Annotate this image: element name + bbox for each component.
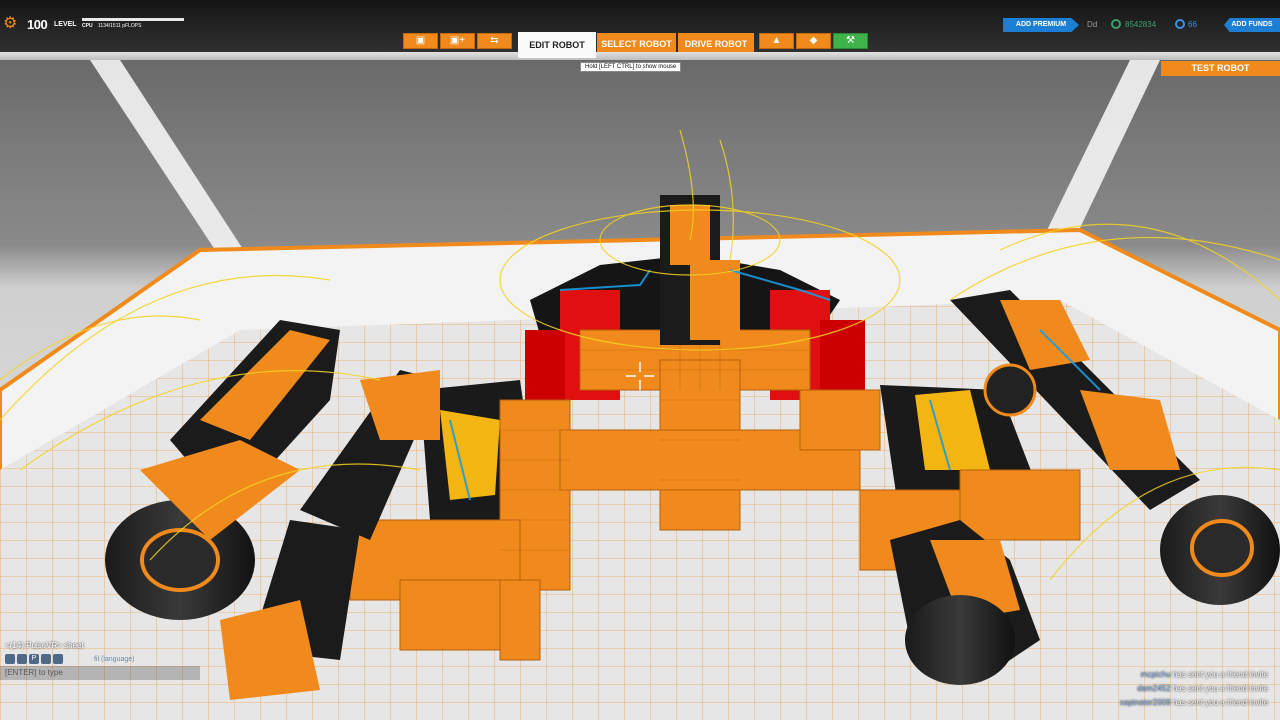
- globe-icon[interactable]: [5, 654, 15, 664]
- notification-text: has sent you a friend invite: [1172, 698, 1268, 707]
- notification-sender: xapinator2009: [1119, 698, 1171, 707]
- cannon-center-accent: [670, 205, 710, 265]
- party-icon[interactable]: P: [29, 654, 39, 664]
- top-bar-divider: [0, 52, 1280, 60]
- notification-text: has sent you a friend invite: [1172, 684, 1268, 693]
- channel-icon[interactable]: [17, 654, 27, 664]
- mouse-hint: Hold [LEFT CTRL] to show mouse: [580, 62, 682, 72]
- notification-sender: dam2452: [1137, 684, 1171, 693]
- clan-icon[interactable]: [53, 654, 63, 664]
- add-funds-button[interactable]: ADD FUNDS: [1224, 18, 1280, 32]
- link-icon[interactable]: ⇆: [477, 33, 512, 49]
- forge-icon[interactable]: ⚒: [833, 33, 868, 49]
- cannon-center-shield: [690, 260, 740, 340]
- level-number: 100: [27, 17, 48, 32]
- chat-input[interactable]: [ENTER] to type: [0, 666, 200, 680]
- red-cannon-left-2: [525, 330, 565, 400]
- level-label: LEVEL: [54, 21, 77, 28]
- notification-item[interactable]: xapinator2009 has sent you a friend invi…: [1120, 698, 1268, 707]
- chat-language: fil (language): [94, 656, 135, 663]
- cube-icon[interactable]: ▣: [403, 33, 438, 49]
- garage-light-left: [90, 60, 250, 265]
- add-premium-button[interactable]: ADD PREMIUM: [1003, 18, 1079, 32]
- red-cannon-right-2: [820, 320, 865, 390]
- cpu-label: CPU: [82, 23, 93, 29]
- notification-item[interactable]: dam2452 has sent you a friend invite: [1137, 684, 1268, 693]
- robits-balance: 8542834: [1125, 20, 1157, 29]
- top-bar: ⚙ 100 LEVEL CPU 1134/1511 pFLOPS ▣ ▣+ ⇆ …: [0, 0, 1280, 55]
- whisper-icon[interactable]: [41, 654, 51, 664]
- chat-toolbar: P: [5, 654, 65, 664]
- test-robot-button[interactable]: TEST ROBOT: [1161, 61, 1280, 76]
- yellow-panel-left: [440, 410, 500, 500]
- avatar-icon[interactable]: ▲: [759, 33, 794, 49]
- tab-edit-robot[interactable]: EDIT ROBOT: [518, 32, 596, 58]
- gear-icon[interactable]: ⚙: [3, 16, 19, 32]
- garage-3d-view: [0, 60, 1280, 720]
- chat-input-placeholder: [ENTER] to type: [5, 668, 63, 677]
- shield-icon[interactable]: ◆: [796, 33, 831, 49]
- notification-text: has sent you a friend invite: [1172, 670, 1268, 679]
- notifications: mcpichu has sent you a friend invite dam…: [1050, 670, 1280, 718]
- chat-message: <(14) PulseVR> sheet: [5, 641, 84, 650]
- cpu-value: 1134/1511 pFLOPS: [98, 23, 142, 29]
- add-cube-icon[interactable]: ▣+: [440, 33, 475, 49]
- cpu-bar: [82, 18, 184, 21]
- galaxy-credits-balance: 66: [1188, 20, 1197, 29]
- garage-scene[interactable]: [0, 0, 1280, 720]
- galaxy-credits-icon: [1175, 19, 1185, 29]
- robits-icon: [1111, 19, 1121, 29]
- nav-icons-left: ▣ ▣+ ⇆: [403, 33, 514, 49]
- chat-panel: <(14) PulseVR> sheet P fil (language) [E…: [0, 636, 200, 684]
- notification-sender: mcpichu: [1140, 670, 1171, 679]
- username: Dd: [1087, 20, 1098, 29]
- notification-item[interactable]: mcpichu has sent you a friend invite: [1141, 670, 1268, 679]
- nav-icons-right: ▲ ◆ ⚒: [759, 33, 870, 49]
